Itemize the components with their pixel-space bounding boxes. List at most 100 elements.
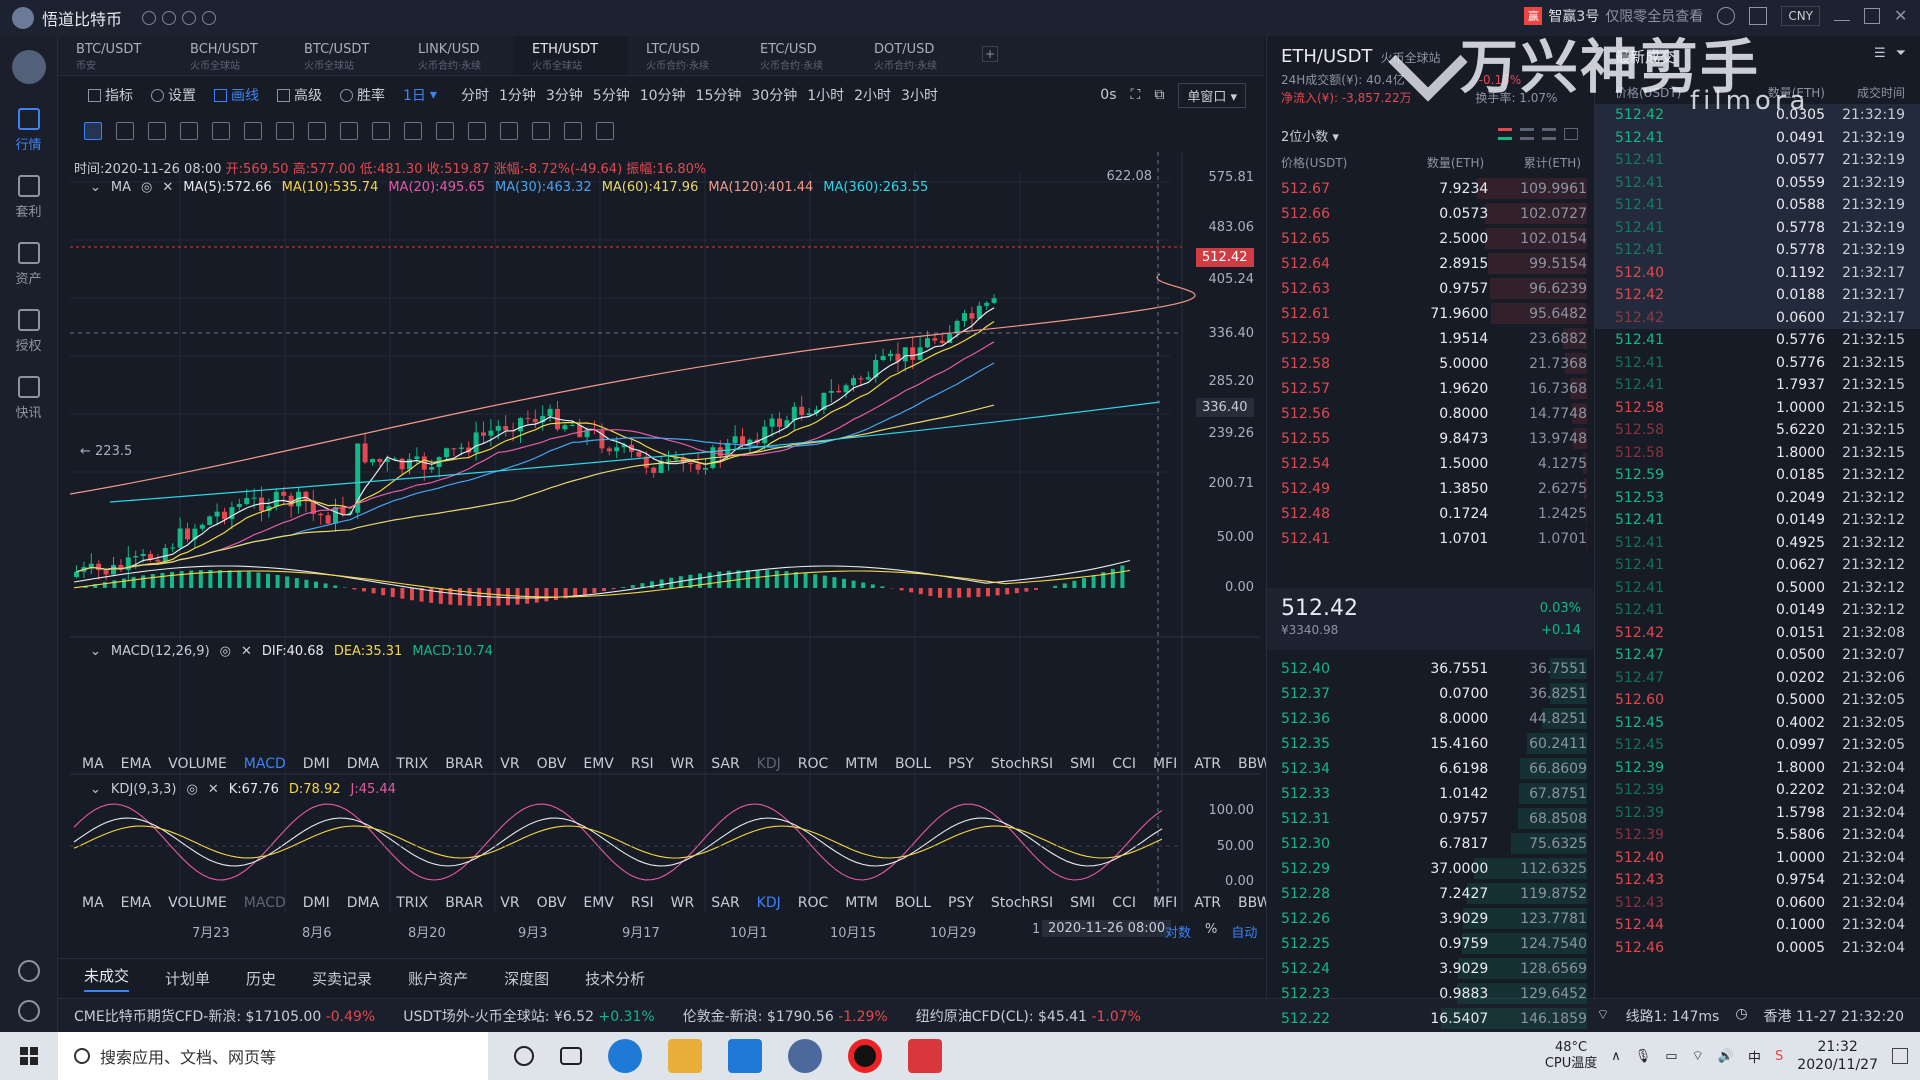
interval-option[interactable]: 2小时 — [854, 85, 891, 105]
indicator-tab[interactable]: WR — [671, 756, 695, 772]
indicator-tab[interactable]: MACD — [244, 895, 286, 911]
indicator-tab[interactable]: CCI — [1112, 756, 1136, 772]
angle-tool-icon[interactable] — [180, 122, 198, 140]
pair-tab[interactable]: BCH/USDT 火币全球站 — [172, 36, 286, 75]
bid-row[interactable]: 512.22 16.5407 146.1859 — [1267, 1006, 1587, 1031]
eraser-tool-icon[interactable] — [404, 122, 422, 140]
window-mode-select[interactable]: 单窗口 ▾ — [1178, 82, 1246, 108]
indicator-tab[interactable]: TRIX — [396, 756, 428, 772]
text-tool-icon[interactable] — [308, 122, 326, 140]
ticker-item[interactable]: 纽约原油CFD(CL): $45.41 -1.07% — [916, 1006, 1141, 1026]
bottom-tab[interactable]: 账户资产 — [408, 968, 468, 989]
interval-option[interactable]: 30分钟 — [751, 85, 797, 105]
start-button[interactable] — [0, 1032, 58, 1080]
trading-app-icon[interactable] — [788, 1039, 822, 1073]
indicator-tab[interactable]: ATR — [1194, 756, 1221, 772]
indicator-tab[interactable]: MFI — [1153, 756, 1177, 772]
copy-tool-icon[interactable] — [532, 122, 550, 140]
indicator-tab[interactable]: VR — [500, 756, 519, 772]
taskbar-search[interactable]: 搜索应用、文档、网页等 — [58, 1032, 488, 1080]
indicator-tab[interactable]: EMA — [121, 895, 152, 911]
ticker-item[interactable]: CME比特币期货CFD-新浪: $17105.00 -0.49% — [74, 1006, 375, 1026]
line-tool-icon[interactable] — [116, 122, 134, 140]
pair-tab[interactable]: ETC/USD 火币合约·永续 — [742, 36, 856, 75]
bid-row[interactable]: 512.37 0.0700 36.8251 — [1267, 681, 1587, 706]
cpu-temp[interactable]: 48°C CPU温度 — [1545, 1040, 1597, 1072]
magnet-tool-icon[interactable] — [564, 122, 582, 140]
indicator-tab[interactable]: SMI — [1070, 756, 1095, 772]
trash-icon[interactable] — [596, 122, 614, 140]
indicator-tab[interactable]: EMV — [583, 895, 614, 911]
wave-tool-icon[interactable] — [244, 122, 262, 140]
fib-tool-icon[interactable] — [212, 122, 230, 140]
antivirus-icon[interactable]: S — [1775, 1049, 1783, 1064]
close-icon[interactable]: ✕ — [1894, 8, 1910, 24]
indicator-tab[interactable]: DMI — [303, 756, 330, 772]
indicator-tab[interactable]: WR — [671, 895, 695, 911]
fullscreen-icon[interactable]: ⛶ — [1131, 87, 1141, 103]
bottom-tab[interactable]: 技术分析 — [585, 968, 645, 989]
taskbar-clock[interactable]: 21:32 2020/11/27 — [1797, 1038, 1878, 1074]
ticker-item[interactable]: 伦敦金-新浪: $1790.56 -1.29% — [683, 1006, 888, 1026]
ask-row[interactable]: 512.49 1.3850 2.6275 — [1267, 476, 1587, 501]
bottom-tab[interactable]: 历史 — [246, 968, 276, 989]
interval-option[interactable]: 1分钟 — [499, 85, 536, 105]
indicator-tab[interactable]: VOLUME — [168, 756, 227, 772]
ticker-item[interactable]: USDT场外-火币全球站: ¥6.52 +0.31% — [403, 1006, 654, 1026]
indicator-tab[interactable]: SAR — [711, 895, 739, 911]
ask-row[interactable]: 512.59 1.9514 23.6882 — [1267, 326, 1587, 351]
filter-icon[interactable]: ⏷ — [1896, 46, 1906, 61]
recorder-icon[interactable] — [848, 1039, 882, 1073]
bottom-tab[interactable]: 计划单 — [165, 968, 210, 989]
ask-row[interactable]: 512.54 1.5000 4.1275 — [1267, 451, 1587, 476]
interval-option[interactable]: 10分钟 — [640, 85, 686, 105]
crosshair-tool-icon[interactable] — [84, 122, 102, 140]
indicator-tab[interactable]: StochRSI — [991, 895, 1053, 911]
indicator-tab[interactable]: TRIX — [396, 895, 428, 911]
period-select[interactable]: 1日 ▾ — [403, 85, 437, 105]
bottom-tab[interactable]: 未成交 — [84, 965, 130, 992]
bid-row[interactable]: 512.31 0.9757 68.8508 — [1267, 806, 1587, 831]
bid-row[interactable]: 512.29 37.0000 112.6325 — [1267, 856, 1587, 881]
indicator-tab[interactable]: KDJ — [757, 756, 781, 772]
indicator-tab[interactable]: BOLL — [895, 756, 931, 772]
draw-button[interactable]: 画线 — [214, 85, 259, 105]
file-explorer-icon[interactable] — [668, 1039, 702, 1073]
interval-option[interactable]: 3小时 — [901, 85, 938, 105]
settings-gear-icon[interactable] — [18, 1000, 40, 1022]
pair-tab[interactable]: BTC/USDT 火币全球站 — [286, 36, 400, 75]
screenshot-icon[interactable]: ⧉ — [1154, 87, 1164, 103]
interval-option[interactable]: 15分钟 — [696, 85, 742, 105]
bid-row[interactable]: 512.25 0.9759 124.7540 — [1267, 931, 1587, 956]
ask-row[interactable]: 512.61 71.9600 95.6482 — [1267, 301, 1587, 326]
sidebar-item-3[interactable]: 授权 — [0, 309, 57, 354]
chart-canvas[interactable] — [70, 152, 1260, 952]
bid-row[interactable]: 512.35 15.4160 60.2411 — [1267, 731, 1587, 756]
avatar-icon[interactable] — [12, 7, 34, 29]
percent-scale-toggle[interactable]: % — [1205, 922, 1217, 941]
kline-chart[interactable]: 时间:2020-11-26 08:00 开:569.50 高:577.00 低:… — [70, 152, 1271, 952]
bid-row[interactable]: 512.33 1.0142 67.8751 — [1267, 781, 1587, 806]
notification-icon[interactable] — [1892, 1048, 1908, 1064]
clock-icon[interactable] — [202, 11, 217, 25]
maximize-icon[interactable] — [1864, 8, 1880, 24]
indicator-tab[interactable]: StochRSI — [991, 756, 1053, 772]
ask-row[interactable]: 512.67 7.9234 109.9961 — [1267, 176, 1587, 201]
bid-row[interactable]: 512.26 3.9029 123.7781 — [1267, 906, 1587, 931]
indicator-tab[interactable]: ROC — [798, 895, 829, 911]
bid-row[interactable]: 512.23 0.9883 129.6452 — [1267, 981, 1587, 1006]
indicator-tab[interactable]: MACD — [244, 756, 286, 772]
line-latency[interactable]: 线路1: 147ms — [1626, 1006, 1720, 1026]
log-scale-toggle[interactable]: 对数 — [1165, 922, 1191, 941]
hot-news-icon[interactable] — [908, 1039, 942, 1073]
settings-small-icon[interactable]: ◎ — [220, 644, 231, 659]
indicator-tab[interactable]: MTM — [845, 756, 878, 772]
auto-scale-toggle[interactable]: 自动 — [1231, 922, 1257, 941]
collapse-icon[interactable]: ⌄ — [90, 180, 101, 195]
collapse-icon[interactable]: ⌄ — [90, 782, 101, 797]
bid-row[interactable]: 512.30 6.7817 75.6325 — [1267, 831, 1587, 856]
bottom-tab[interactable]: 深度图 — [504, 968, 549, 989]
shield-check-icon[interactable] — [162, 11, 177, 25]
interval-option[interactable]: 3分钟 — [546, 85, 583, 105]
indicator-tab[interactable]: OBV — [537, 756, 567, 772]
